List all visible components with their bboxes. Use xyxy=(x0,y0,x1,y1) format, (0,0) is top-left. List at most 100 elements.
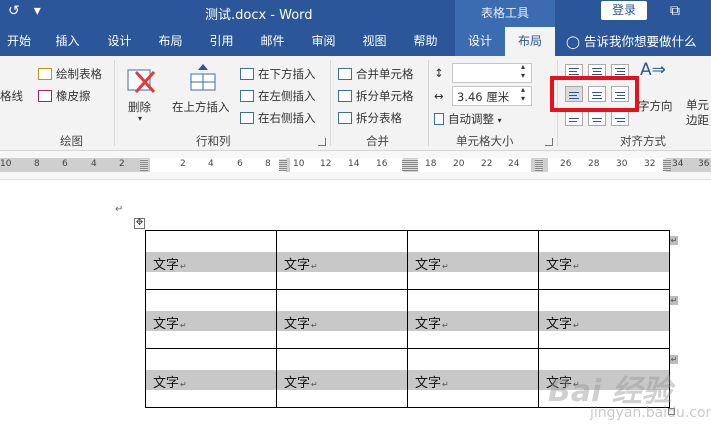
ruler-column-marker[interactable] xyxy=(279,159,287,171)
draw-table-button[interactable]: 绘制表格 xyxy=(38,66,102,82)
ruler-tick: 18 xyxy=(425,159,437,169)
table-cell[interactable]: 文字 xyxy=(276,348,408,408)
table-cell[interactable]: 文字 xyxy=(407,230,539,290)
merge-cells-icon xyxy=(338,68,352,80)
table-cell[interactable]: 文字 xyxy=(145,230,277,290)
cell-margins-line2: 边距 xyxy=(686,113,709,127)
paragraph-mark: ↵ xyxy=(115,204,124,215)
tab-layout[interactable]: 布局 xyxy=(148,27,193,56)
ruler-column-marker[interactable] xyxy=(402,159,410,171)
tab-view[interactable]: 视图 xyxy=(352,27,397,56)
cell-margins-button[interactable]: 单元 边距 xyxy=(686,98,709,128)
table-cell[interactable]: 文字 xyxy=(276,289,408,349)
split-table-button[interactable]: 拆分表格 xyxy=(338,110,402,126)
text-direction-button[interactable]: 字方向 xyxy=(638,98,673,114)
ruler-tick: 24 xyxy=(508,159,520,169)
cell-text: 文字 xyxy=(284,372,318,391)
table-cell[interactable]: 文字 xyxy=(145,289,277,349)
delete-table-icon xyxy=(126,66,156,94)
column-width-spinner[interactable]: ▴ ▾ xyxy=(521,85,525,103)
ruler-column-marker[interactable] xyxy=(663,159,671,171)
eraser-button[interactable]: 橡皮擦 xyxy=(38,88,91,104)
ruler-tick: 4 xyxy=(91,159,97,169)
rows-columns-launcher-icon[interactable] xyxy=(318,138,326,146)
row-height-spinner[interactable]: ▴ ▾ xyxy=(521,62,525,80)
autofit-button[interactable]: 自动调整 ▾ xyxy=(434,111,502,127)
horizontal-ruler[interactable]: 10 8 6 4 2 2 4 6 8 10 12 14 16 18 20 22 … xyxy=(0,151,711,180)
table-tools-label: 表格工具 xyxy=(455,0,555,27)
merge-cells-button[interactable]: 合并单元格 xyxy=(338,66,414,82)
text-direction-icon: A⇒ xyxy=(640,60,666,80)
draw-table-label: 绘制表格 xyxy=(56,67,102,81)
insert-right-label: 在右侧插入 xyxy=(258,111,316,125)
tab-references[interactable]: 引用 xyxy=(199,27,244,56)
ribbon-display-options-icon[interactable]: ⧉ xyxy=(670,3,680,19)
draw-group-label: 绘图 xyxy=(60,134,83,148)
cell-text: 文字 xyxy=(284,313,318,332)
insert-right-icon xyxy=(240,112,254,124)
table-cell[interactable]: 文字 xyxy=(276,230,408,290)
ruler-tick: 28 xyxy=(588,159,600,169)
tab-home[interactable]: 开始 xyxy=(0,27,38,56)
ruler-tick: 14 xyxy=(348,159,360,169)
ribbon-tab-bar: 开始 插入 设计 布局 引用 邮件 审阅 视图 帮助 设计 布局 ◯ 告诉我你想… xyxy=(0,27,711,56)
insert-above-icon xyxy=(188,64,218,92)
tell-me-box[interactable]: ◯ 告诉我你想要做什么 xyxy=(566,27,697,56)
table-move-handle-icon[interactable]: ✥ xyxy=(134,218,145,229)
document-canvas[interactable]: ↵ ✥ 文字 文字 文字 文字 文字 文字 文字 文字 文字 文字 文字 文字 … xyxy=(0,180,711,448)
tab-table-design[interactable]: 设计 xyxy=(455,27,505,56)
split-table-label: 拆分表格 xyxy=(356,111,402,125)
tab-review[interactable]: 审阅 xyxy=(301,27,346,56)
insert-above-button[interactable]: 在上方插入 xyxy=(172,99,230,115)
undo-icon[interactable]: ↺ xyxy=(8,3,20,19)
insert-below-button[interactable]: 在下方插入 xyxy=(240,66,316,82)
cell-text: 文字 xyxy=(415,372,449,391)
row-end-mark: ↵ xyxy=(670,296,678,305)
rows-columns-group-label: 行和列 xyxy=(196,134,231,148)
tab-help[interactable]: 帮助 xyxy=(403,27,448,56)
table-cell[interactable]: 文字 xyxy=(407,289,539,349)
align-bottom-center-button[interactable] xyxy=(588,110,606,126)
table-cell[interactable]: 文字 xyxy=(538,230,670,290)
ruler-tick: 2 xyxy=(180,159,186,169)
tab-insert[interactable]: 插入 xyxy=(45,27,90,56)
row-height-field[interactable] xyxy=(452,63,532,83)
tell-me-label: 告诉我你想要做什么 xyxy=(583,34,697,49)
ruler-column-marker[interactable] xyxy=(535,159,543,171)
login-button[interactable]: 登录 xyxy=(601,1,647,20)
align-bottom-left-button[interactable] xyxy=(565,110,583,126)
cell-text: 文字 xyxy=(153,372,187,391)
insert-left-button[interactable]: 在左侧插入 xyxy=(240,88,316,104)
align-bottom-right-button[interactable] xyxy=(611,110,629,126)
ribbon-layout-panel: 格线 绘制表格 橡皮擦 绘图 删除 ▾ 在上方插入 在下方插入 在左侧插入 在右… xyxy=(0,56,711,151)
split-cells-button[interactable]: 拆分单元格 xyxy=(338,88,414,104)
alignment-group-label: 对齐方式 xyxy=(620,134,666,148)
baidu-watermark-url: jingyan.baidu.com xyxy=(590,405,711,421)
insert-right-button[interactable]: 在右侧插入 xyxy=(240,110,316,126)
column-width-field[interactable]: 3.46 厘米 xyxy=(452,86,532,106)
delete-button[interactable]: 删除 xyxy=(128,99,151,115)
delete-chevron-down-icon[interactable]: ▾ xyxy=(138,114,142,123)
ruler-tick: 8 xyxy=(265,159,271,169)
ruler-tick: 22 xyxy=(481,159,493,169)
tab-mailings[interactable]: 邮件 xyxy=(250,27,295,56)
ruler-tick: 30 xyxy=(616,159,628,169)
ruler-tick: 12 xyxy=(320,159,332,169)
ruler-tick: 6 xyxy=(62,159,68,169)
table-row: 文字 文字 文字 文字 xyxy=(145,289,670,349)
ruler-column-marker[interactable] xyxy=(140,159,148,171)
table-row: 文字 文字 文字 文字 xyxy=(145,230,670,290)
table-cell[interactable]: 文字 xyxy=(538,289,670,349)
cell-size-launcher-icon[interactable] xyxy=(545,138,553,146)
cell-text: 文字 xyxy=(546,254,580,273)
tab-table-layout[interactable]: 布局 xyxy=(505,27,555,56)
group-divider xyxy=(330,60,331,146)
ruler-column-marker[interactable] xyxy=(410,159,418,171)
tab-design[interactable]: 设计 xyxy=(97,27,142,56)
table-cell[interactable]: 文字 xyxy=(407,348,539,408)
ruler-tick: 16 xyxy=(376,159,388,169)
ruler-tick: 34 xyxy=(672,159,684,169)
table-cell[interactable]: 文字 xyxy=(145,348,277,408)
customize-qat-icon[interactable]: ▾ xyxy=(34,3,41,19)
partial-gridlines-label[interactable]: 格线 xyxy=(0,88,23,104)
